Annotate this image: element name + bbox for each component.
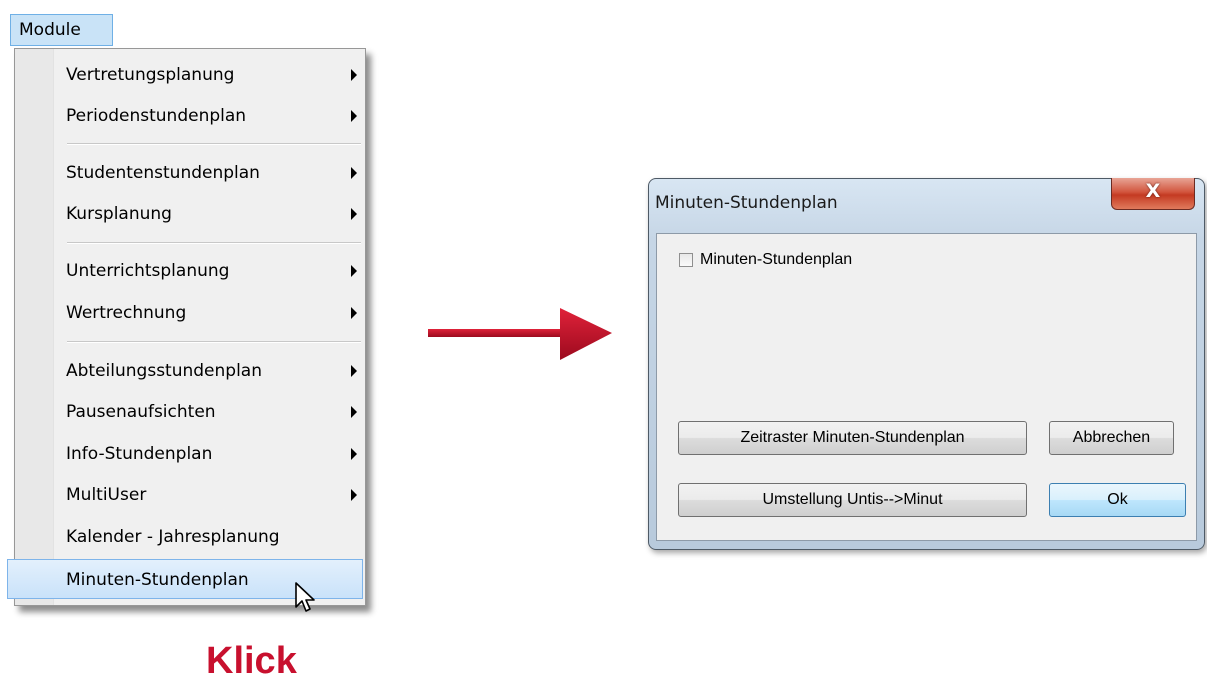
menu-separator xyxy=(67,143,361,145)
submenu-arrow-icon xyxy=(351,365,357,377)
submenu-arrow-icon xyxy=(351,110,357,122)
checkbox-label: Minuten-Stundenplan xyxy=(700,251,853,268)
menu-item-multiuser[interactable]: MultiUser xyxy=(15,475,365,515)
menu-item-label: Info-Stundenplan xyxy=(66,444,213,464)
module-dropdown-menu: Vertretungsplanung Periodenstundenplan S… xyxy=(7,48,366,606)
menu-item-vertretungsplanung[interactable]: Vertretungsplanung xyxy=(15,55,365,95)
menu-item-unterrichtsplanung[interactable]: Unterrichtsplanung xyxy=(15,251,365,291)
red-arrow-icon xyxy=(428,308,612,360)
menu-item-info-stundenplan[interactable]: Info-Stundenplan xyxy=(15,434,365,474)
klick-annotation: Klick xyxy=(206,640,297,682)
mouse-pointer-icon xyxy=(295,582,315,612)
menu-item-label: Pausenaufsichten xyxy=(66,402,216,422)
minuten-stundenplan-checkbox[interactable] xyxy=(679,253,693,267)
submenu-arrow-icon xyxy=(351,448,357,460)
menu-item-wertrechnung[interactable]: Wertrechnung xyxy=(15,293,365,333)
menu-item-label: MultiUser xyxy=(66,485,147,505)
menu-item-periodenstundenplan[interactable]: Periodenstundenplan xyxy=(15,96,365,136)
menu-item-label: Wertrechnung xyxy=(66,303,187,323)
menu-item-kalender-jahresplanung[interactable]: Kalender - Jahresplanung xyxy=(15,517,365,557)
menu-separator xyxy=(67,341,361,343)
menu-item-label: Studentenstundenplan xyxy=(66,163,260,183)
submenu-arrow-icon xyxy=(351,208,357,220)
menu-item-label: Kalender - Jahresplanung xyxy=(66,527,280,547)
menu-item-label: Abteilungsstundenplan xyxy=(66,361,262,381)
menubar-module[interactable]: Module xyxy=(10,14,113,46)
menu-item-pausenaufsichten[interactable]: Pausenaufsichten xyxy=(15,392,365,432)
menu-item-label: Vertretungsplanung xyxy=(66,65,235,85)
menu-item-label: Minuten-Stundenplan xyxy=(66,570,249,590)
dialog-client-area: Minuten-Stundenplan Zeitraster Minuten-S… xyxy=(656,233,1197,541)
dialog-title: Minuten-Stundenplan xyxy=(655,193,838,213)
menu-item-abteilungsstundenplan[interactable]: Abteilungsstundenplan xyxy=(15,351,365,391)
submenu-arrow-icon xyxy=(351,489,357,501)
submenu-arrow-icon xyxy=(351,406,357,418)
minuten-stundenplan-dialog: Minuten-Stundenplan X Minuten-Stundenpla… xyxy=(648,178,1205,550)
submenu-arrow-icon xyxy=(351,167,357,179)
umstellung-untis-minut-button[interactable]: Umstellung Untis-->Minut xyxy=(678,483,1027,517)
menu-item-label: Kursplanung xyxy=(66,204,172,224)
close-icon: X xyxy=(1145,180,1161,202)
menu-separator xyxy=(67,242,361,244)
submenu-arrow-icon xyxy=(351,69,357,81)
menu-item-studentenstundenplan[interactable]: Studentenstundenplan xyxy=(15,153,365,193)
zeitraster-minuten-stundenplan-button[interactable]: Zeitraster Minuten-Stundenplan xyxy=(678,421,1027,455)
submenu-arrow-icon xyxy=(351,265,357,277)
menu-item-label: Periodenstundenplan xyxy=(66,106,247,126)
menu-item-kursplanung[interactable]: Kursplanung xyxy=(15,194,365,234)
close-button[interactable]: X xyxy=(1111,178,1195,210)
abbrechen-button[interactable]: Abbrechen xyxy=(1049,421,1174,455)
ok-button[interactable]: Ok xyxy=(1049,483,1186,517)
menu-item-label: Unterrichtsplanung xyxy=(66,261,230,281)
submenu-arrow-icon xyxy=(351,307,357,319)
